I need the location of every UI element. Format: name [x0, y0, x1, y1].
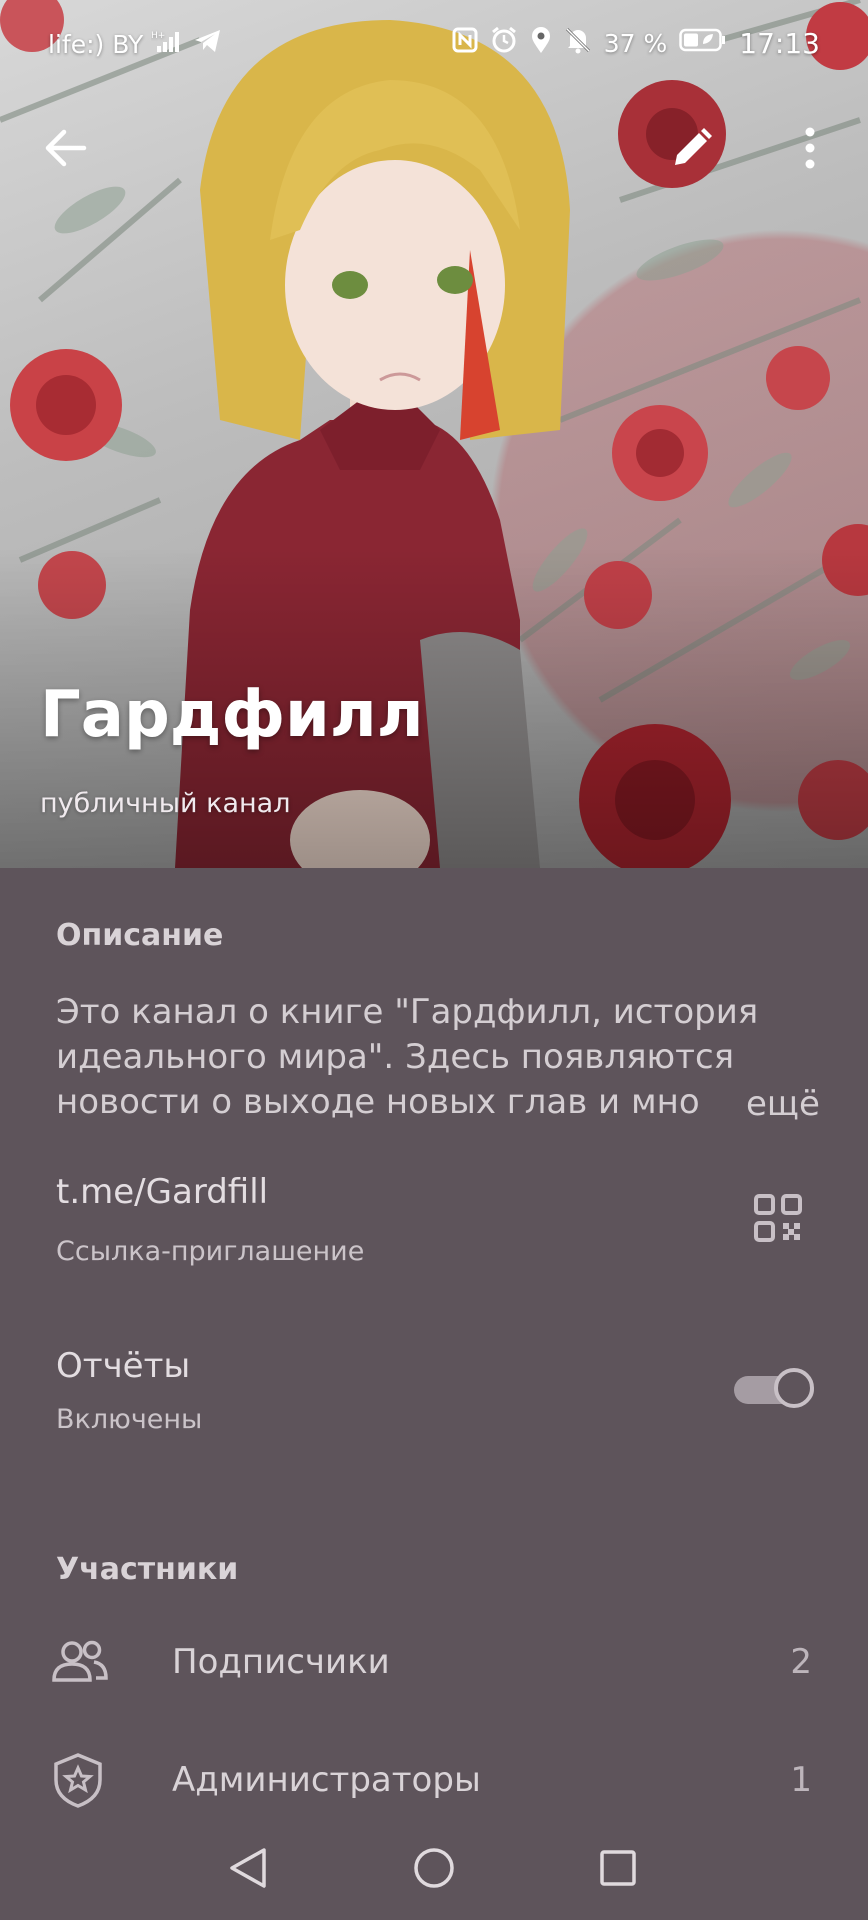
nav-recent-icon: [598, 1848, 638, 1892]
battery-text: 37 %: [603, 28, 668, 58]
alarm-icon: [490, 26, 518, 60]
subscribers-count: 2: [790, 1642, 812, 1682]
more-vert-icon: [804, 127, 816, 173]
back-button[interactable]: [34, 118, 98, 182]
toggle-knob: [774, 1368, 814, 1408]
nav-home-button[interactable]: [404, 1840, 464, 1900]
nfc-icon: [452, 27, 478, 59]
system-nav-bar: [0, 1820, 868, 1920]
invite-link-value[interactable]: t.me/Gardfill: [56, 1172, 268, 1212]
nav-home-icon: [412, 1846, 456, 1894]
carrier-label: life:) BY: [48, 29, 144, 59]
battery-icon: [679, 27, 727, 59]
administrators-row[interactable]: Администраторы 1: [0, 1730, 868, 1830]
signal-icon: H+: [151, 28, 185, 60]
description-more-link[interactable]: ещё: [706, 1082, 820, 1127]
invite-link-label: Ссылка-приглашение: [56, 1236, 365, 1267]
nav-back-button[interactable]: [218, 1840, 278, 1900]
reports-title: Отчёты: [56, 1346, 191, 1386]
clock: 17:13: [739, 26, 820, 60]
status-bar: life:) BY H+ 37 % 17:13: [0, 0, 868, 86]
location-icon: [530, 26, 552, 60]
channel-title: Гардфилл: [40, 678, 424, 752]
subscribers-row[interactable]: Подписчики 2: [0, 1612, 868, 1712]
reports-toggle[interactable]: [734, 1364, 818, 1412]
telegram-icon: [193, 28, 223, 60]
shield-star-icon: [50, 1752, 110, 1808]
mute-icon: [564, 26, 592, 60]
channel-type: публичный канал: [40, 788, 291, 819]
qr-code-button[interactable]: [752, 1192, 804, 1244]
edit-button[interactable]: [660, 118, 724, 182]
description-text[interactable]: Это канал о книге "Гардфилл, история иде…: [56, 990, 776, 1125]
reports-status: Включены: [56, 1404, 203, 1435]
people-icon: [50, 1634, 110, 1690]
description-section-title: Описание: [56, 918, 224, 953]
administrators-count: 1: [790, 1760, 812, 1800]
administrators-label: Администраторы: [172, 1760, 481, 1800]
nav-back-icon: [228, 1846, 268, 1894]
more-options-button[interactable]: [778, 118, 842, 182]
svg-text:H+: H+: [151, 31, 165, 41]
members-section-title: Участники: [56, 1552, 239, 1587]
edit-pencil-icon: [671, 127, 713, 173]
back-arrow-icon: [44, 128, 88, 172]
qr-code-icon: [752, 1194, 804, 1248]
nav-recent-apps-button[interactable]: [588, 1840, 648, 1900]
subscribers-label: Подписчики: [172, 1642, 390, 1682]
